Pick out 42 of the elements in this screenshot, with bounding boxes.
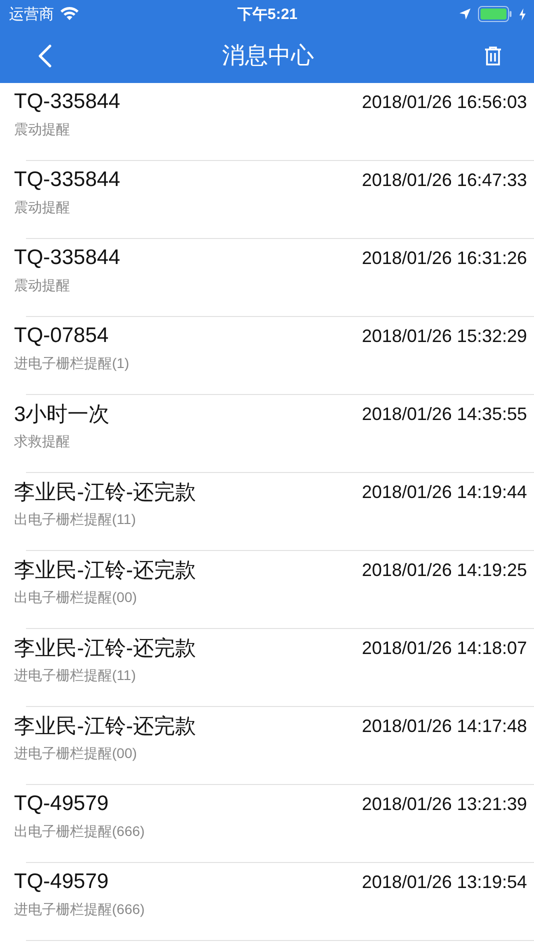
carrier-name: 运营商: [9, 4, 54, 24]
message-title: 李业民-江铃-还完款: [14, 636, 196, 662]
message-title: TQ-49579: [14, 792, 109, 816]
message-title: 李业民-江铃-还完款: [14, 480, 196, 506]
message-type: 震动提醒: [14, 199, 70, 217]
message-time: 2018/01/26 16:56:03: [362, 92, 527, 112]
message-time: 2018/01/26 13:19:54: [362, 872, 527, 892]
message-title: TQ-49579: [14, 870, 109, 894]
message-time: 2018/01/26 14:19:25: [362, 560, 527, 580]
message-time: 2018/01/26 16:31:26: [362, 248, 527, 268]
message-time: 2018/01/26 13:21:39: [362, 794, 527, 814]
message-type: 出电子栅栏提醒(11): [14, 511, 136, 529]
message-title: 李业民-江铃-还完款: [14, 714, 196, 740]
status-time: 下午5:21: [237, 4, 298, 24]
message-title: TQ-07854: [14, 324, 109, 348]
message-type: 进电子栅栏提醒(666): [14, 901, 145, 919]
message-title: TQ-335844: [14, 168, 120, 192]
back-button[interactable]: [38, 44, 52, 68]
message-time: 2018/01/26 15:32:29: [362, 326, 527, 346]
location-arrow-icon: [459, 8, 471, 20]
message-type: 进电子栅栏提醒(11): [14, 667, 136, 685]
message-title: 李业民-江铃-还完款: [14, 558, 196, 584]
message-title: TQ-335844: [14, 90, 120, 114]
message-type: 震动提醒: [14, 277, 70, 295]
battery-icon: [478, 6, 512, 22]
message-type: 进电子栅栏提醒(00): [14, 745, 137, 763]
message-type: 震动提醒: [14, 121, 70, 139]
message-type: 出电子栅栏提醒(00): [14, 589, 137, 607]
page-title: 消息中心: [222, 41, 314, 70]
message-title: TQ-335844: [14, 246, 120, 270]
message-type: 进电子栅栏提醒(1): [14, 355, 130, 373]
message-time: 2018/01/26 14:19:44: [362, 482, 527, 502]
message-type: 出电子栅栏提醒(666): [14, 823, 145, 841]
message-time: 2018/01/26 14:35:55: [362, 404, 527, 424]
message-time: 2018/01/26 14:17:48: [362, 716, 527, 736]
message-time: 2018/01/26 14:18:07: [362, 638, 527, 658]
charging-bolt-icon: [519, 8, 526, 20]
wifi-icon: [60, 7, 79, 21]
message-title: 3小时一次: [14, 402, 110, 428]
message-type: 求救提醒: [14, 433, 70, 451]
delete-button[interactable]: [484, 46, 502, 66]
message-time: 2018/01/26 16:47:33: [362, 170, 527, 190]
